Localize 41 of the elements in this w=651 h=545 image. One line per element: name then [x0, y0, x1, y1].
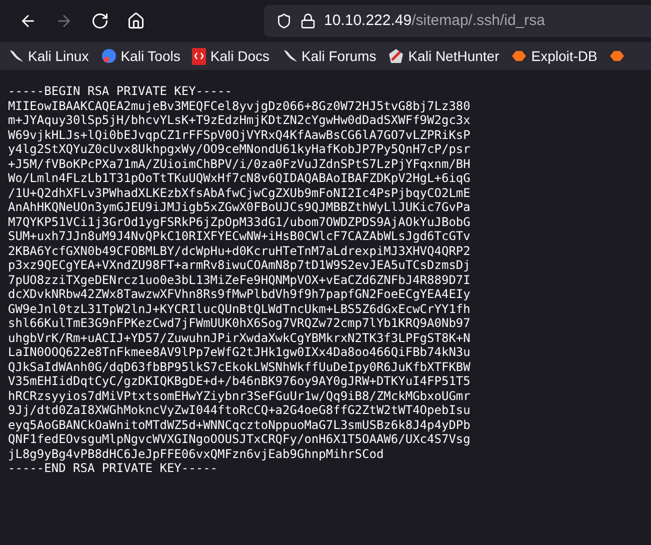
key-line: QJkSaIdWAnh0G/dqD63fbBP95lkS7cEkokLWSNhWkffUuDeIpy0R6JuKfbXTFKBW [8, 360, 470, 374]
arrow-right-icon [55, 12, 73, 30]
key-line: LaIN0OOQ622e8TnFkmee8AV9lPp7eWfG2tJHk1gw0IXx4Da8oo466QiFBb74kN3u [8, 345, 470, 360]
key-line: p3xz9QECgYEA+VXndZU98FT+armRv8iwuCOAmN8p7tD1W9S2evJEA5uTCsDzmsDj [8, 258, 470, 272]
key-line: Wo/Lmln4FLzLb1T31pOoTtTKuUQWxHf7cN8v6QIDAQABAoIBAFZDKpV2HgL+6iqG [8, 171, 470, 186]
key-line: 2KBA6YcfGXN0b49CFOBMLBY/dcWpHu+d0KcruHTeTnM7aLdrexpiMJ3XHVQ4QRP2 [8, 244, 470, 258]
key-line: 9Jj/dtd0ZaI8XWGhMokncVyZwI044ftoRcCQ+a2G4oeG8ffG2ZtW2tWT4OpebIsu [8, 403, 470, 418]
key-line: W69vjkHLJs+lQi0bEJvqpCZ1rFFSpV0OjVYRxQ4KfAawBsCG6lA7GO7vLZPRiKsP [8, 128, 470, 142]
shield-icon [276, 13, 292, 29]
key-line: jL8g9yBg4vPB8dHC6JeJpFFE06vxQMFzn6vjEab9GhnpMihrSCod [8, 446, 384, 461]
address-bar[interactable]: 10.10.222.49/sitemap/.ssh/id_rsa [264, 5, 651, 37]
key-line: M7QYKP51VCi1j3GrOd1ygFSRkP6jZpOpM33dG1/ubom7OWDZPDS9AjAOkYuJBobG [8, 214, 470, 229]
bookmark-link[interactable]: Kali Linux [28, 46, 89, 66]
key-line: +J5M/fVBoKPcPXa71mA/ZUioimChBPV/i/0za0FzVuJZdnSPtS7LzPjYFqxnm/BH [8, 156, 470, 171]
key-line: eyq5AoGBANCkOaWnitoMTdWZ5d+WNNCqcztoNppuoMaG7L3smUSBz6k8J4p4yDPb [8, 418, 470, 432]
key-line: y4lg2StXQYuZ0cUvx8UkhpgxWy/OO9ceMNondU61kyHafKobJP7Py5QnH7cP/psr [8, 142, 470, 156]
lock-icon [300, 13, 316, 29]
url-text: 10.10.222.49/sitemap/.ssh/id_rsa [324, 10, 545, 31]
document-icon [192, 48, 206, 64]
key-line: GW9eJnl0tzL31TpW2lnJ+KYCRIlucQUnBtQLWdTncUkm+LBS5Z6dGxEcwCrYY1fh [8, 302, 470, 316]
bookmark-link[interactable]: Exploit-DB [531, 46, 598, 66]
key-line: QNF1fedEOvsguMlpNgvcWVXGINgoOOUSJTxCRQFy/onH6X1T5OAAW6/UXc4S7Vsg [8, 432, 470, 446]
key-line: -----END RSA PRIVATE KEY----- [8, 461, 218, 476]
key-line: 7pUO8zziTXgeDENrcz1uo0e3bL13MiZeFe9HQNMpVOX+vEaCZd6ZNFbJ4R889D7I [8, 272, 470, 287]
key-line: m+JYAquy30lSp5jH/bhcvYLsK+T9zEdzHmjKDtZN2cYgwHw0dDadSXWFf9W2gc3x [8, 113, 470, 128]
key-line: MIIEowIBAAKCAQEA2mujeBv3MEQFCel8yvjgDz066+8Gz0W72HJ5tvG8bj7Lz380 [8, 98, 470, 113]
key-line: dcXDvkNRbw42ZWx8TawzwXFVhn8Rs9fMwPlbdVh9f9h7papfGN2FoeECgYEA4EIy [8, 287, 470, 302]
key-line: V35mEHIidDqtCyC/gzDKIQKBgDE+d+/b46nBK976oy9AY0gJRW+DTKYuI4FP51T5 [8, 374, 470, 388]
key-line: -----BEGIN RSA PRIVATE KEY----- [8, 84, 232, 98]
key-line: hRCRzsyyios7dMiVPtxtsomEHwYZiybnr3SeFGuUr1w/Qq9iB8/ZMckMGbxoUGmr [8, 388, 470, 403]
key-line: SUM+uxh7JJn8uM9J4NvQPkC10RIXFYECwNW+iHsB0CWlcF7CAZAbWLsJgd6TcGTv [8, 229, 470, 244]
key-line: uhgbVrK/Rm+uACIJ+YD57/ZuwuhnJPirXwdaXwkCgYBMkrxN2TK3f3LPFgST8K+N [8, 330, 470, 345]
key-line: /1U+Q2dhXFLv3PWhadXLKEzbXfsAbAfwCjwCgZXUb9mFoNI2Ic4PsPjbqyCO2LmE [8, 186, 470, 200]
bookmark-link[interactable]: Kali Tools [120, 46, 180, 66]
reload-icon [91, 12, 109, 30]
key-line: shl66KulTmE3G9nFPKezCwd7jFWmUUK0hX6Sog7VRQZw72cmp7lYb1KRQ9A0Nb97 [8, 316, 470, 330]
bookmark-link[interactable]: Kali Docs [210, 46, 270, 66]
home-icon [127, 12, 145, 30]
key-line: AnAhHKQNeUOn3ymGJEU9iJMJigb5xZGwX0FBoUJCs9QJMBBZthWyLlJUKic7GvPa [8, 200, 470, 214]
bookmark-link[interactable]: Kali NetHunter [408, 46, 500, 66]
bookmark-link[interactable]: Kali Forums [302, 46, 376, 66]
